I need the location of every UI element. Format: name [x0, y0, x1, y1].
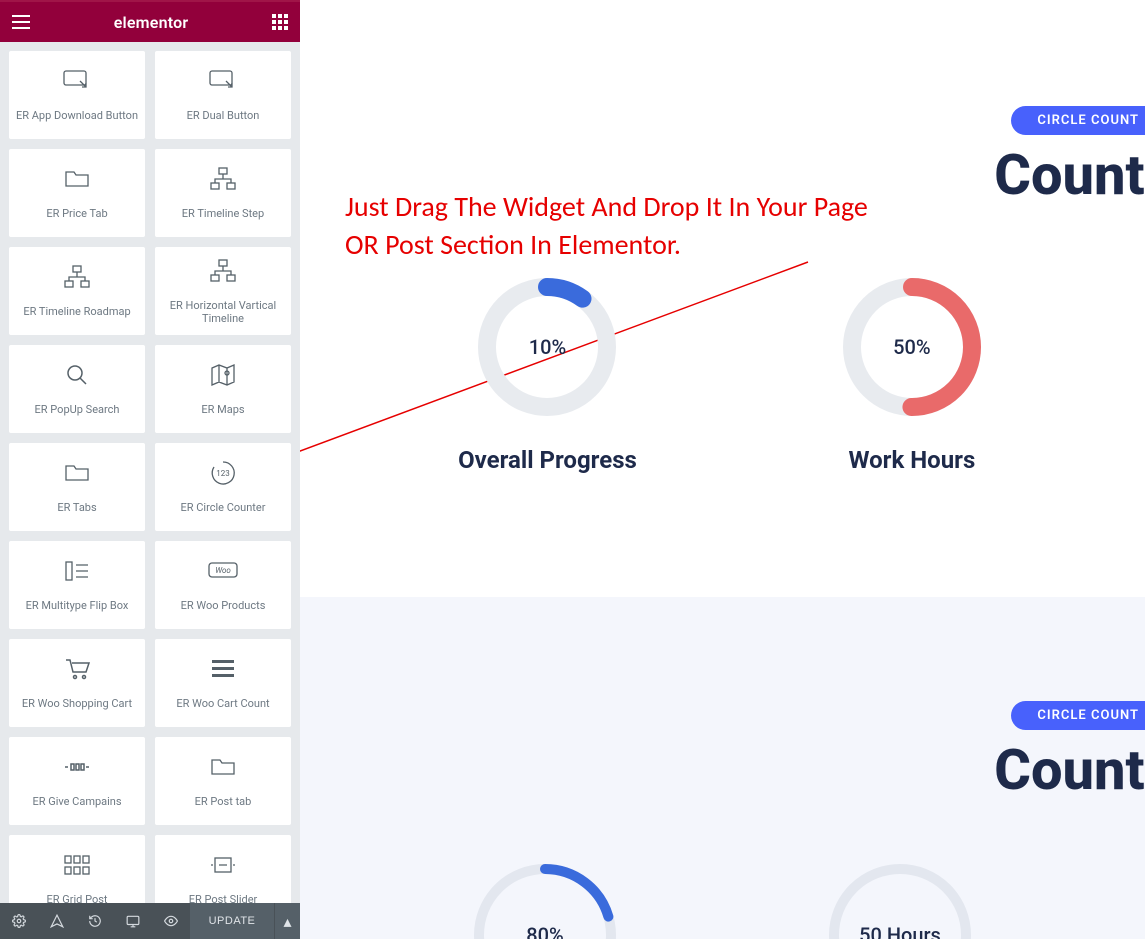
- widget-er-give-campains[interactable]: ER Give Campains: [8, 736, 146, 826]
- widget-label: ER Give Campains: [28, 795, 125, 808]
- widget-label: ER Post tab: [191, 795, 256, 808]
- counter-value: 10%: [472, 272, 622, 422]
- widget-er-app-download-button[interactable]: ER App Download Button: [8, 50, 146, 140]
- counter-value: 50 Hours: [823, 857, 978, 939]
- grid-icon: [64, 851, 90, 879]
- section-counter-2[interactable]: CIRCLE COUNT Counte 80% 50 Hours: [300, 597, 1145, 939]
- widgets-panel: ER App Download Button ER Dual Button ER P…: [0, 42, 300, 903]
- counter-overall-progress[interactable]: 10% Overall Progress: [458, 272, 637, 474]
- woo-icon: Woo: [208, 557, 238, 585]
- widget-label: ER Maps: [197, 403, 248, 416]
- counter-partial-1[interactable]: 80%: [468, 857, 623, 939]
- widget-label: ER Tabs: [53, 501, 100, 514]
- widget-label: ER Timeline Step: [178, 207, 268, 220]
- section-badge: CIRCLE COUNT: [1011, 701, 1145, 730]
- annotation-text: Just Drag The Widget And Drop It In Your…: [345, 188, 905, 264]
- update-options-caret[interactable]: ▴: [274, 903, 300, 939]
- widget-er-post-slider[interactable]: ER Post Slider: [154, 834, 292, 903]
- widget-er-timeline-step[interactable]: ER Timeline Step: [154, 148, 292, 238]
- widget-label: ER Timeline Roadmap: [19, 305, 134, 318]
- counter-value: 80%: [468, 857, 623, 939]
- widget-er-dual-button[interactable]: ER Dual Button: [154, 50, 292, 140]
- counter-work-hours[interactable]: 50% Work Hours: [837, 272, 987, 474]
- folder-icon: [210, 753, 236, 781]
- widget-er-popup-search[interactable]: ER PopUp Search: [8, 344, 146, 434]
- cart-icon: [64, 655, 90, 683]
- svg-text:Woo: Woo: [215, 566, 231, 575]
- counter-icon: 123: [210, 459, 236, 487]
- settings-icon[interactable]: [0, 903, 38, 939]
- search-icon: [65, 361, 89, 389]
- widget-er-maps[interactable]: ER Maps: [154, 344, 292, 434]
- widget-er-multitype-flip-box[interactable]: ER Multitype Flip Box: [8, 540, 146, 630]
- svg-text:123: 123: [216, 469, 230, 478]
- widget-label: ER Circle Counter: [177, 501, 270, 514]
- responsive-icon[interactable]: [114, 903, 152, 939]
- counter-partial-2[interactable]: 50 Hours: [823, 857, 978, 939]
- folder-icon: [64, 165, 90, 193]
- section-title: Counte: [994, 737, 1145, 803]
- circle-counter-ring: 50%: [837, 272, 987, 422]
- counter-label: Work Hours: [848, 446, 975, 474]
- widget-label: ER Horizontal Vartical Timeline: [155, 299, 291, 325]
- circle-counter-ring: 80%: [468, 857, 623, 939]
- widget-er-circle-counter[interactable]: 123 ER Circle Counter: [154, 442, 292, 532]
- update-button[interactable]: UPDATE: [190, 903, 274, 939]
- widget-er-grid-post[interactable]: ER Grid Post: [8, 834, 146, 903]
- widget-er-woo-shopping-cart[interactable]: ER Woo Shopping Cart: [8, 638, 146, 728]
- cursor-box-icon: [63, 67, 91, 95]
- counters-row: 80% 50 Hours: [300, 857, 1145, 939]
- navigator-icon[interactable]: [38, 903, 76, 939]
- counters-row: 10% Overall Progress 50% Work Hours: [300, 272, 1145, 474]
- map-icon: [210, 361, 236, 389]
- widget-label: ER Woo Products: [177, 599, 270, 612]
- bars-icon: [212, 655, 234, 683]
- widget-er-price-tab[interactable]: ER Price Tab: [8, 148, 146, 238]
- widget-label: ER Dual Button: [183, 109, 264, 122]
- section-counter-1[interactable]: Just Drag The Widget And Drop It In Your…: [300, 2, 1145, 597]
- menu-icon[interactable]: [12, 15, 30, 29]
- widget-label: ER Multitype Flip Box: [22, 599, 133, 612]
- widgets-grid-icon[interactable]: [272, 14, 288, 30]
- folder-icon: [64, 459, 90, 487]
- widget-er-woo-cart-count[interactable]: ER Woo Cart Count: [154, 638, 292, 728]
- preview-canvas: Just Drag The Widget And Drop It In Your…: [300, 2, 1145, 939]
- widget-er-tabs[interactable]: ER Tabs: [8, 442, 146, 532]
- preview-icon[interactable]: [152, 903, 190, 939]
- widget-label: ER Grid Post: [42, 893, 111, 903]
- list-icon: [64, 557, 90, 585]
- widget-label: ER Woo Cart Count: [172, 697, 273, 710]
- sitemap-icon: [209, 165, 237, 193]
- dots-icon: [63, 753, 91, 781]
- widget-label: ER App Download Button: [12, 109, 142, 122]
- sitemap-icon: [209, 257, 237, 285]
- slider-icon: [209, 851, 237, 879]
- cursor-box-icon: [209, 67, 237, 95]
- circle-counter-ring: 50 Hours: [823, 857, 978, 939]
- widget-label: ER Woo Shopping Cart: [18, 697, 136, 710]
- sidebar-footer: UPDATE ▴: [0, 903, 300, 939]
- counter-label: Overall Progress: [458, 446, 637, 474]
- history-icon[interactable]: [76, 903, 114, 939]
- section-title: Counte: [994, 142, 1145, 208]
- elementor-sidebar: elementor ER App Download Button ER Dual …: [0, 0, 300, 939]
- sidebar-header: elementor: [0, 2, 300, 42]
- widget-label: ER PopUp Search: [31, 403, 124, 416]
- widget-er-horizontal-vartical-timeline[interactable]: ER Horizontal Vartical Timeline: [154, 246, 292, 336]
- brand-label: elementor: [114, 13, 189, 32]
- counter-value: 50%: [837, 272, 987, 422]
- section-badge: CIRCLE COUNT: [1011, 106, 1145, 135]
- widget-label: ER Post Slider: [185, 893, 262, 903]
- circle-counter-ring: 10%: [472, 272, 622, 422]
- widget-label: ER Price Tab: [42, 207, 111, 220]
- widget-er-timeline-roadmap[interactable]: ER Timeline Roadmap: [8, 246, 146, 336]
- widget-er-woo-products[interactable]: Woo ER Woo Products: [154, 540, 292, 630]
- sitemap-icon: [63, 263, 91, 291]
- widget-er-post-tab[interactable]: ER Post tab: [154, 736, 292, 826]
